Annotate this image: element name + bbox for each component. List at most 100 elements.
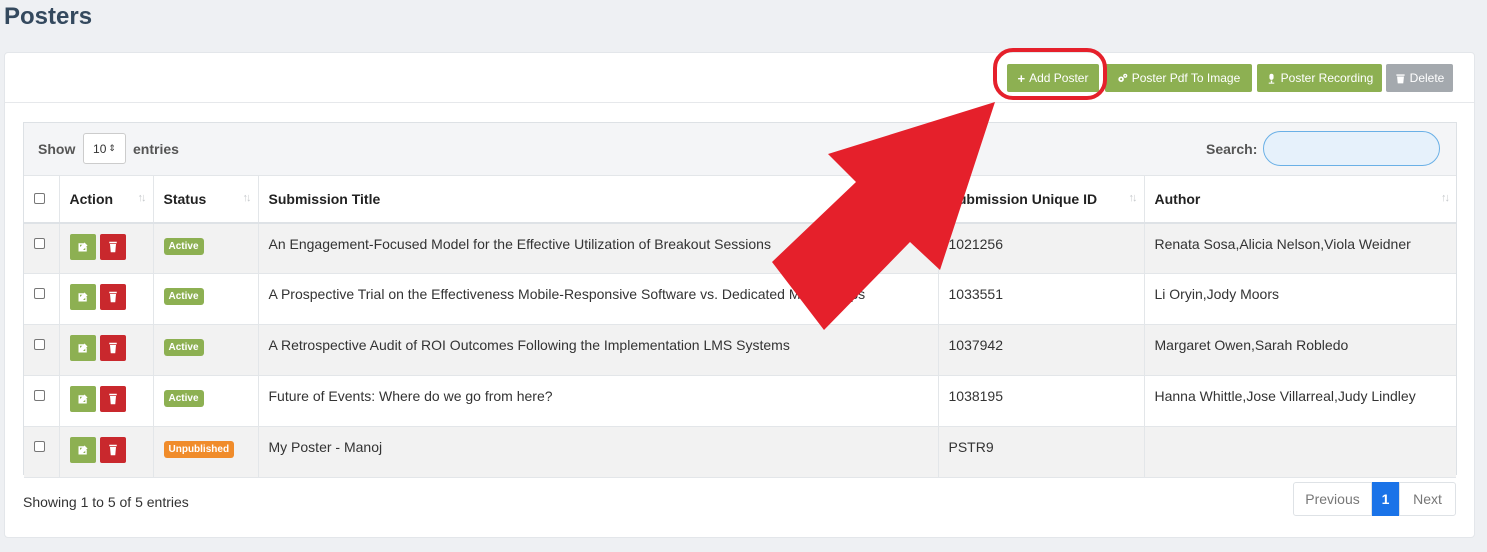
status-badge: Active xyxy=(163,288,204,305)
status-badge: Active xyxy=(163,339,204,356)
table-row: Active A Retrospective Audit of ROI Outco… xyxy=(24,324,1456,376)
row-select-cell xyxy=(24,375,60,427)
edit-icon[interactable] xyxy=(69,386,96,412)
trash-icon[interactable] xyxy=(99,386,126,412)
row-checkbox[interactable] xyxy=(34,441,45,452)
sort-icon: ↑↓ xyxy=(137,192,147,204)
page-length-value: 10 xyxy=(93,141,107,156)
add-poster-label: Add Poster xyxy=(1029,71,1089,85)
row-author-cell: Li Oryin,Jody Moors xyxy=(1144,273,1456,325)
sort-icon: ↑↓ xyxy=(1128,192,1138,204)
row-author-cell xyxy=(1144,426,1456,478)
add-poster-button[interactable]: + Add Poster xyxy=(1007,64,1099,92)
row-title-cell: A Retrospective Audit of ROI Outcomes Fo… xyxy=(258,324,939,376)
row-actions-cell xyxy=(59,324,154,376)
table-info: Showing 1 to 5 of 5 entries xyxy=(23,494,189,510)
row-status-cell: Active xyxy=(153,273,259,325)
datatable-wrapper: Show 10 ⇕ entries Search: Action ↑↓ Statu… xyxy=(23,122,1457,478)
row-status-cell: Unpublished xyxy=(153,426,259,478)
trash-icon[interactable] xyxy=(99,335,126,361)
poster-recording-label: Poster Recording xyxy=(1280,71,1374,85)
row-select-cell xyxy=(24,222,60,274)
row-checkbox[interactable] xyxy=(34,390,45,401)
entries-label: entries xyxy=(133,141,179,157)
row-checkbox[interactable] xyxy=(34,288,45,299)
search-input[interactable] xyxy=(1263,131,1440,166)
column-header-action[interactable]: Action ↑↓ xyxy=(59,175,154,224)
select-all-header xyxy=(24,175,60,224)
edit-icon[interactable] xyxy=(69,233,96,260)
trash-icon[interactable] xyxy=(99,437,126,463)
show-label: Show xyxy=(38,141,76,157)
trash-icon[interactable] xyxy=(99,233,126,260)
delete-button[interactable]: Delete xyxy=(1386,64,1453,92)
gears-icon xyxy=(1118,73,1128,82)
edit-icon[interactable] xyxy=(69,284,96,310)
microphone-icon xyxy=(1268,73,1274,84)
status-badge: Active xyxy=(163,237,204,255)
row-author-cell: Renata Sosa,Alicia Nelson,Viola Weidner xyxy=(1144,222,1456,274)
pagination-next[interactable]: Next xyxy=(1399,482,1456,516)
row-title-cell: A Prospective Trial on the Effectiveness… xyxy=(258,273,939,325)
row-status-cell: Active xyxy=(153,375,259,427)
delete-label: Delete xyxy=(1409,71,1445,85)
row-uid-cell: PSTR9 xyxy=(938,426,1145,478)
sort-icon: ↑↓ xyxy=(242,192,252,204)
row-select-cell xyxy=(24,273,60,325)
posters-table: Action ↑↓ Status ↑↓ Submission Title Submi… xyxy=(24,175,1456,478)
row-title-cell: Future of Events: Where do we go from he… xyxy=(258,375,939,427)
column-label: Submission Title xyxy=(268,190,381,207)
posters-card: + Add Poster Poster Pdf To Image Poster … xyxy=(4,52,1475,538)
sort-icon: ↑↓ xyxy=(1441,192,1450,204)
column-header-submission-unique-id[interactable]: Submission Unique ID ↑↓ xyxy=(938,175,1145,224)
column-label: Submission Unique ID xyxy=(948,190,1098,207)
row-author-cell: Margaret Owen,Sarah Robledo xyxy=(1144,324,1456,376)
poster-pdf-to-image-button[interactable]: Poster Pdf To Image xyxy=(1105,64,1252,92)
row-select-cell xyxy=(24,324,60,376)
row-uid-cell: 1038195 xyxy=(938,375,1145,427)
select-all-checkbox[interactable] xyxy=(34,193,45,205)
column-header-status[interactable]: Status ↑↓ xyxy=(153,175,259,224)
row-uid-cell: 1037942 xyxy=(938,324,1145,376)
trash-icon xyxy=(1396,73,1405,83)
poster-recording-button[interactable]: Poster Recording xyxy=(1257,64,1382,92)
column-label: Status xyxy=(163,190,207,207)
table-row: Active Future of Events: Where do we go f… xyxy=(24,375,1456,427)
status-badge: Active xyxy=(163,390,204,407)
row-actions-cell xyxy=(59,222,154,274)
row-status-cell: Active xyxy=(153,222,259,274)
pagination-previous[interactable]: Previous xyxy=(1293,482,1372,516)
table-header-row: Action ↑↓ Status ↑↓ Submission Title Submi… xyxy=(24,175,1456,224)
row-author-cell: Hanna Whittle,Jose Villarreal,Judy Lindl… xyxy=(1144,375,1456,427)
table-row: Active A Prospective Trial on the Effecti… xyxy=(24,273,1456,325)
column-header-author[interactable]: Author ↑↓ xyxy=(1144,175,1456,224)
table-row: Unpublished My Poster - Manoj PSTR9 xyxy=(24,426,1456,478)
row-uid-cell: 1021256 xyxy=(938,222,1145,274)
table-controls: Show 10 ⇕ entries Search: xyxy=(24,123,1456,176)
row-checkbox[interactable] xyxy=(34,339,45,350)
plus-icon: + xyxy=(1017,70,1026,86)
pdf-to-image-label: Poster Pdf To Image xyxy=(1131,71,1241,85)
row-checkbox[interactable] xyxy=(34,237,45,249)
row-title-cell: My Poster - Manoj xyxy=(258,426,939,478)
edit-icon[interactable] xyxy=(69,437,96,463)
column-label: Author xyxy=(1154,190,1201,207)
row-uid-cell: 1033551 xyxy=(938,273,1145,325)
column-header-submission-title[interactable]: Submission Title xyxy=(258,175,939,224)
row-actions-cell xyxy=(59,426,154,478)
page-title: Posters xyxy=(4,3,93,30)
select-arrows-icon: ⇕ xyxy=(108,143,116,153)
row-status-cell: Active xyxy=(153,324,259,376)
page-length-select[interactable]: 10 ⇕ xyxy=(83,133,126,164)
pagination-page-1[interactable]: 1 xyxy=(1372,482,1399,516)
table-row: Active An Engagement-Focused Model for th… xyxy=(24,222,1456,274)
row-select-cell xyxy=(24,426,60,478)
column-label: Action xyxy=(69,190,114,207)
search-label: Search: xyxy=(1206,141,1258,157)
row-actions-cell xyxy=(59,375,154,427)
row-title-cell: An Engagement-Focused Model for the Effe… xyxy=(258,222,939,274)
edit-icon[interactable] xyxy=(69,335,96,361)
trash-icon[interactable] xyxy=(99,284,126,310)
row-actions-cell xyxy=(59,273,154,325)
status-badge: Unpublished xyxy=(163,441,235,458)
